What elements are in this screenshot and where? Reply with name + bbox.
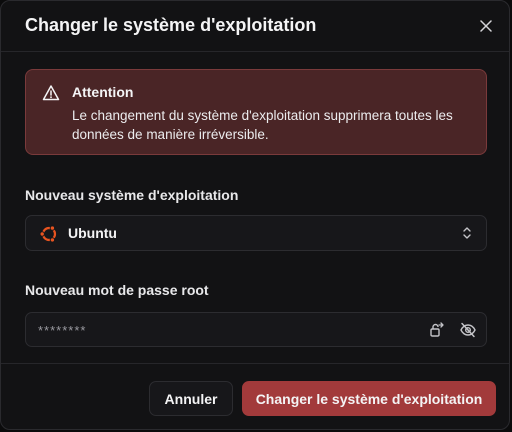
password-field <box>25 312 487 347</box>
eye-off-icon <box>460 322 476 338</box>
warning-text: Le changement du système d'exploitation … <box>72 108 453 142</box>
ubuntu-logo-icon <box>39 225 57 243</box>
os-select[interactable]: Ubuntu <box>25 215 487 251</box>
change-os-button[interactable]: Changer le système d'exploitation <box>242 381 496 416</box>
password-label: Nouveau mot de passe root <box>25 282 209 298</box>
selected-os: Ubuntu <box>68 225 117 241</box>
footer-divider <box>1 363 509 364</box>
header-divider <box>1 51 509 52</box>
close-icon <box>480 20 492 32</box>
warning-title: Attention <box>72 84 134 100</box>
os-select-label: Nouveau système d'exploitation <box>25 187 239 203</box>
chevron-up-down-icon <box>463 227 471 239</box>
warning-triangle-icon <box>42 85 60 101</box>
cancel-button[interactable]: Annuler <box>149 381 233 416</box>
toggle-visibility-button[interactable] <box>459 321 477 344</box>
password-input[interactable] <box>38 321 408 339</box>
key-generate-icon <box>430 322 444 337</box>
generate-password-button[interactable] <box>428 321 446 344</box>
warning-alert: Attention Le changement du système d'exp… <box>25 69 487 155</box>
close-button[interactable] <box>477 17 495 35</box>
dialog-title: Changer le système d'exploitation <box>25 15 317 35</box>
change-os-dialog: Changer le système d'exploitation Attent… <box>0 0 510 430</box>
